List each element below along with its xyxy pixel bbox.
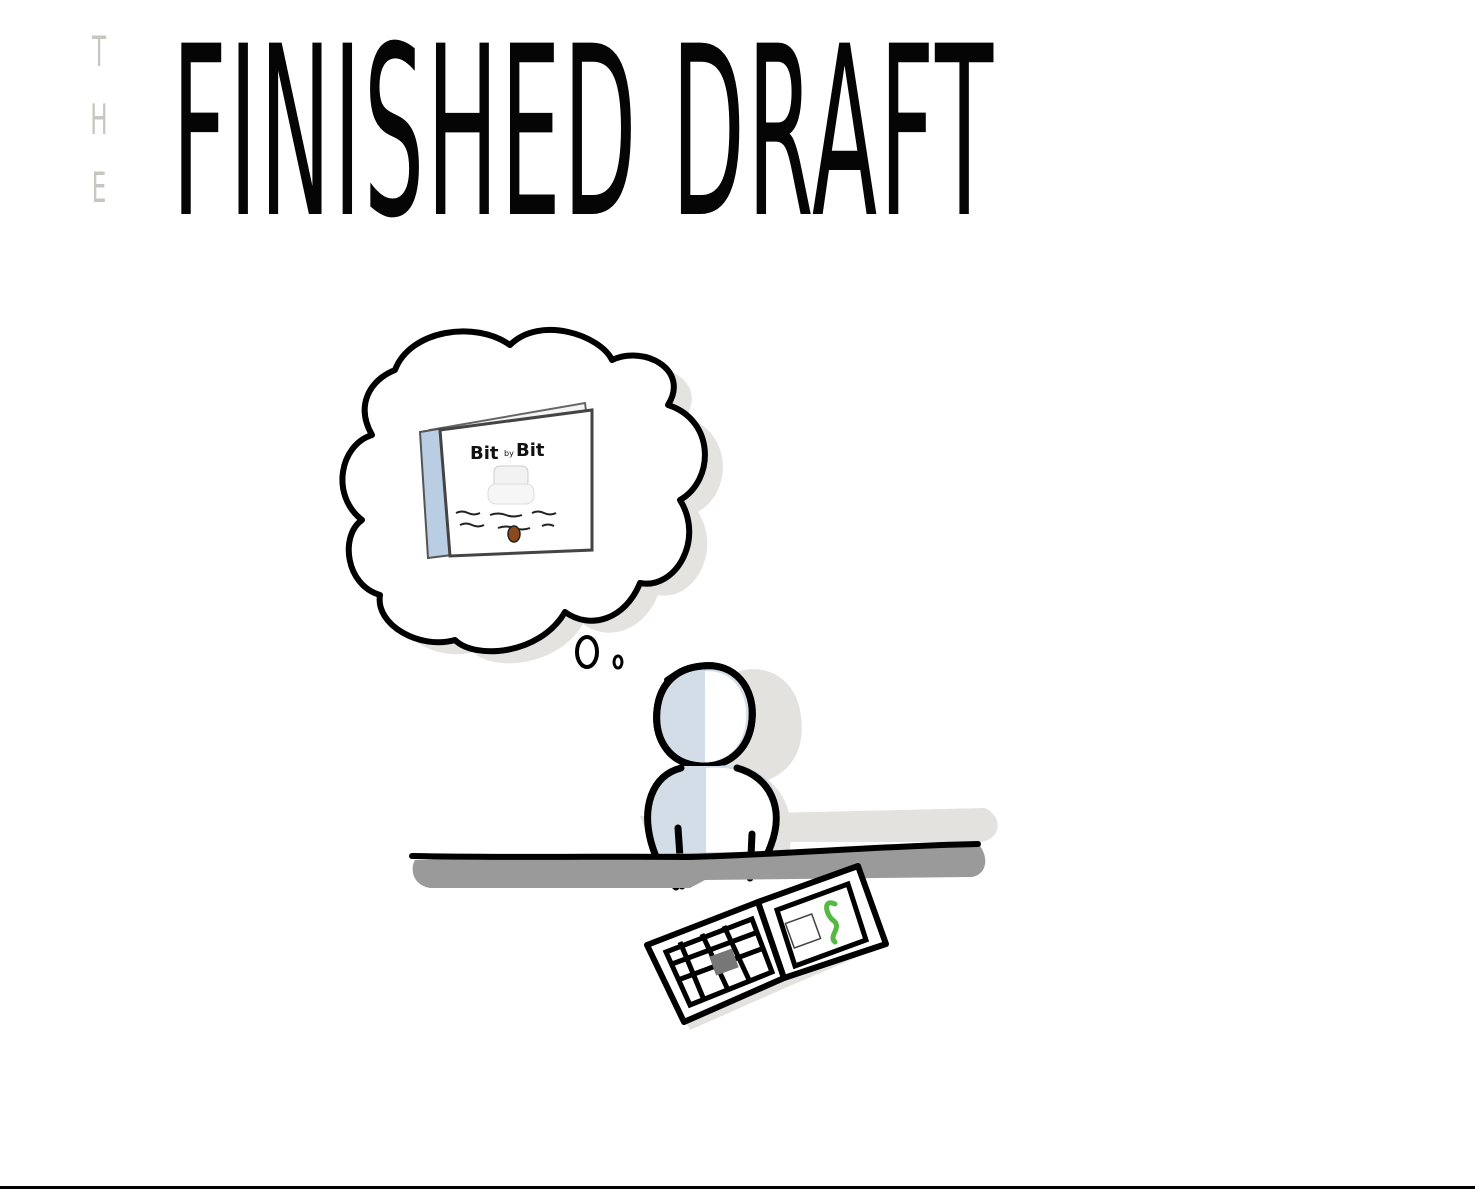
thought-book-title-left: Bit	[470, 443, 499, 464]
finished-draft-illustration: T H E FINISHED DRAFT Bit by Bit	[0, 0, 1475, 1189]
thought-book-title-right: Bit	[516, 440, 545, 461]
illustration-scene: Bit by Bit	[339, 327, 998, 1030]
thought-book-title-mid: by	[504, 449, 514, 458]
thought-bubble-small	[612, 654, 624, 670]
open-book	[644, 863, 889, 1030]
thought-book-bug	[507, 525, 521, 543]
thought-book: Bit by Bit	[418, 401, 594, 560]
thought-book-character-body	[487, 483, 535, 505]
thought-bubble-large	[575, 635, 599, 669]
